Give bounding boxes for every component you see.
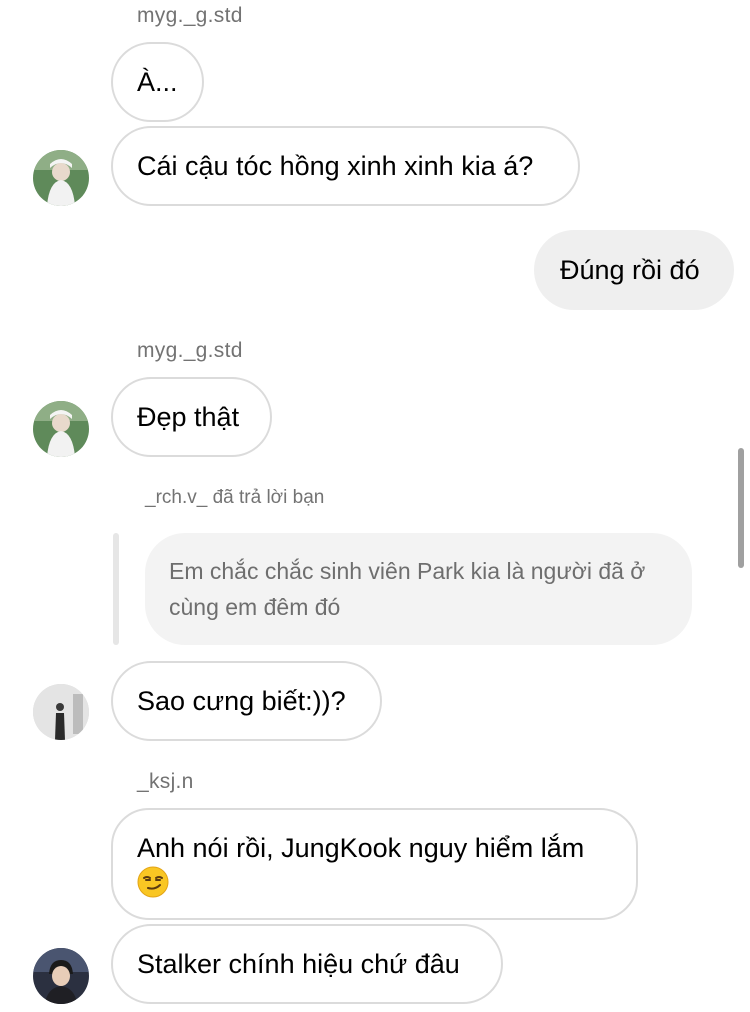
- message-bubble[interactable]: Đẹp thật: [111, 377, 272, 457]
- avatar-photo-icon: [33, 150, 89, 206]
- message-text: Cái cậu tóc hồng xinh xinh kia á?: [137, 150, 534, 181]
- sender-name: myg._g.std: [137, 4, 243, 27]
- avatar-photo-icon: [33, 948, 89, 1004]
- message-text: À...: [137, 66, 178, 97]
- avatar-photo-icon: [33, 684, 89, 740]
- sender-name: myg._g.std: [137, 339, 243, 362]
- avatar[interactable]: [33, 401, 89, 457]
- avatar[interactable]: [33, 948, 89, 1004]
- message-text: Đẹp thật: [137, 401, 240, 432]
- avatar[interactable]: [33, 150, 89, 206]
- message-text: Anh nói rồi, JungKook nguy hiểm lắm: [137, 833, 585, 863]
- my-message-bubble[interactable]: Đúng rồi đó: [534, 230, 734, 310]
- message-bubble[interactable]: Sao cưng biết:))?: [111, 661, 382, 741]
- message-bubble[interactable]: Stalker chính hiệu chứ đâu: [111, 924, 503, 1004]
- message-text: Sao cưng biết:))?: [137, 685, 346, 716]
- message-bubble[interactable]: Anh nói rồi, JungKook nguy hiểm lắm: [111, 808, 638, 920]
- avatar-photo-icon: [33, 401, 89, 457]
- avatar[interactable]: [33, 684, 89, 740]
- quoted-message[interactable]: Em chắc chắc sinh viên Park kia là người…: [145, 533, 692, 645]
- smirking-face-icon: [137, 866, 169, 907]
- reply-label: _rch.v_ đã trả lời bạn: [145, 487, 325, 508]
- sender-name: _ksj.n: [137, 770, 194, 793]
- message-bubble[interactable]: Cái cậu tóc hồng xinh xinh kia á?: [111, 126, 580, 206]
- message-text: Stalker chính hiệu chứ đâu: [137, 948, 460, 979]
- message-bubble[interactable]: À...: [111, 42, 204, 122]
- scrollbar[interactable]: [738, 448, 744, 568]
- message-text: Đúng rồi đó: [560, 254, 700, 285]
- reply-bar: [113, 533, 119, 645]
